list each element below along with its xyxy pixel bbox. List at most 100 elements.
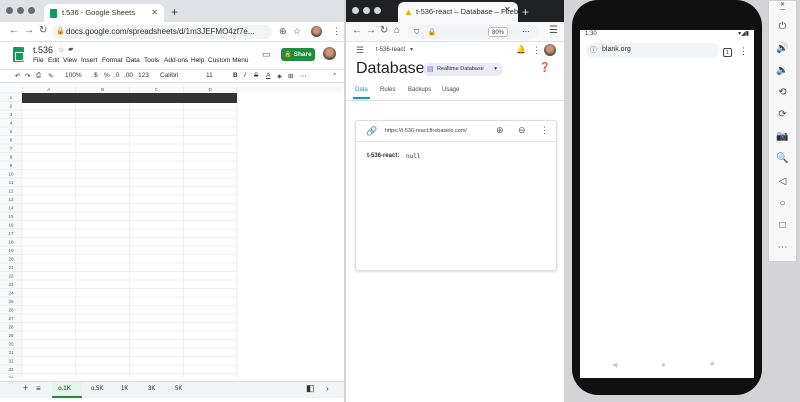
sheet-tab-3[interactable]: 1K: [121, 386, 128, 392]
row-header-15[interactable]: 15: [8, 214, 14, 219]
notifications-bell-icon[interactable]: 🔔: [516, 45, 526, 54]
sheet-tab-1[interactable]: o.1K: [58, 386, 71, 392]
explore-icon[interactable]: ◧: [306, 383, 315, 394]
add-node-icon[interactable]: ⊕: [496, 125, 504, 136]
decrease-decimal-button[interactable]: .0: [114, 72, 119, 79]
card-more-icon[interactable]: ⋮: [540, 125, 549, 136]
comments-icon[interactable]: ▭: [262, 49, 271, 60]
android-home-icon[interactable]: ●: [661, 360, 666, 369]
home-icon[interactable]: ○: [769, 198, 796, 209]
collapse-toolbar-icon[interactable]: ⌃: [332, 72, 337, 80]
url-field[interactable]: 🔒 docs.google.com/spreadsheets/d/1m3JEFM…: [52, 25, 272, 39]
more-toolbar-icon[interactable]: ⋯: [300, 72, 307, 80]
menu-tools[interactable]: Tools: [144, 57, 159, 64]
increase-decimal-button[interactable]: .00: [124, 72, 133, 79]
more-options-icon[interactable]: ⋯: [769, 242, 796, 253]
undo-icon[interactable]: ↶: [15, 72, 20, 80]
tab-rules[interactable]: Rules: [380, 87, 395, 93]
row-header-11[interactable]: 11: [9, 180, 14, 185]
side-panel-toggle-icon[interactable]: ›: [326, 384, 329, 393]
menu-insert[interactable]: Insert: [81, 57, 97, 64]
sheet-tab-2[interactable]: o.5K: [91, 386, 103, 392]
row-header-33[interactable]: 33: [8, 367, 14, 372]
forward-arrow-icon[interactable]: →: [366, 25, 376, 36]
sheets-account-avatar[interactable]: [323, 47, 336, 60]
all-sheets-icon[interactable]: ≡: [36, 384, 41, 393]
tab-switcher-button[interactable]: 1: [723, 48, 732, 57]
text-color-button[interactable]: A: [266, 72, 270, 79]
row-header-24[interactable]: 24: [8, 291, 14, 296]
italic-button[interactable]: I: [244, 72, 246, 79]
print-icon[interactable]: ⎙: [36, 72, 41, 80]
borders-icon[interactable]: ⊞: [288, 72, 293, 80]
zoom-badge[interactable]: 80%: [488, 27, 509, 37]
browser-tab-firebase[interactable]: ▲ t-536-react – Database – Fireba: [398, 2, 518, 22]
page-actions-icon[interactable]: ⋯: [522, 25, 530, 39]
row-header-19[interactable]: 19: [8, 248, 14, 253]
android-recents-icon[interactable]: ■: [710, 361, 714, 368]
bold-button[interactable]: B: [233, 72, 238, 79]
minimize-window-dot[interactable]: [17, 7, 24, 14]
row-header-16[interactable]: 16: [8, 223, 14, 228]
menu-custom[interactable]: Custom Menu: [208, 57, 248, 64]
column-header-A[interactable]: A: [47, 87, 50, 92]
zoom-select[interactable]: 100%: [65, 72, 82, 79]
menu-file[interactable]: File: [33, 57, 43, 64]
firefox-menu-icon[interactable]: ☰: [549, 25, 558, 36]
forward-arrow-icon[interactable]: →: [24, 25, 34, 36]
maximize-window-dot[interactable]: [374, 7, 381, 14]
row-header-29[interactable]: 29: [8, 333, 14, 338]
project-dropdown-icon[interactable]: ▾: [410, 46, 413, 53]
tab-data[interactable]: Data: [355, 87, 368, 93]
android-menu-icon[interactable]: ⋮: [739, 46, 748, 57]
menu-data[interactable]: Data: [126, 57, 140, 64]
hamburger-menu-icon[interactable]: ☰: [356, 45, 364, 56]
row-header-12[interactable]: 12: [8, 189, 14, 194]
folder-icon[interactable]: ▰: [68, 45, 73, 53]
home-icon[interactable]: ⌂: [394, 25, 400, 36]
profile-avatar[interactable]: [311, 26, 322, 37]
tab-backups[interactable]: Backups: [408, 87, 431, 93]
tab-usage[interactable]: Usage: [442, 87, 459, 93]
row-header-34[interactable]: 34: [8, 376, 14, 379]
close-window-dot[interactable]: [352, 7, 359, 14]
redo-icon[interactable]: ↷: [25, 72, 30, 80]
rotate-right-icon[interactable]: ⟳: [769, 109, 796, 120]
row-header-30[interactable]: 30: [8, 342, 14, 347]
row-header-25[interactable]: 25: [8, 299, 14, 304]
row-header-23[interactable]: 23: [8, 282, 14, 287]
chrome-menu-icon[interactable]: ⋮: [332, 26, 341, 37]
database-url[interactable]: https://t-536-react.firebaseio.com/: [385, 128, 467, 134]
back-icon[interactable]: ◁: [769, 176, 796, 187]
spreadsheet-grid[interactable]: ABCD 12345678910111213141516171819202122…: [0, 86, 343, 378]
volume-down-icon[interactable]: 🔉: [769, 65, 796, 76]
install-icon[interactable]: ⊕: [279, 26, 287, 37]
remove-node-icon[interactable]: ⊖: [518, 125, 526, 136]
row-header-32[interactable]: 32: [8, 359, 14, 364]
emu-minimize-icon[interactable]: —: [769, 7, 796, 13]
more-vert-icon[interactable]: ⋮: [532, 45, 541, 56]
overview-icon[interactable]: □: [769, 220, 796, 231]
paint-format-icon[interactable]: ✎: [48, 72, 53, 80]
menu-addons[interactable]: Add-ons: [164, 57, 188, 64]
percent-button[interactable]: %: [104, 72, 110, 79]
close-tab-icon[interactable]: ✕: [504, 5, 558, 14]
row-header-27[interactable]: 27: [8, 316, 14, 321]
close-window-dot[interactable]: [6, 7, 13, 14]
row-header-21[interactable]: 21: [8, 265, 14, 270]
browser-tab-sheets[interactable]: t.536 - Google Sheets ✕: [44, 4, 164, 22]
row-header-18[interactable]: 18: [8, 240, 14, 245]
sheet-tab-5[interactable]: 5K: [175, 386, 182, 392]
menu-format[interactable]: Format: [102, 57, 123, 64]
share-button[interactable]: 🔒 Share: [281, 48, 315, 61]
row-header-22[interactable]: 22: [8, 274, 14, 279]
menu-edit[interactable]: Edit: [48, 57, 59, 64]
row-header-31[interactable]: 31: [8, 350, 14, 355]
help-icon[interactable]: ❓: [539, 62, 550, 73]
strikethrough-button[interactable]: S: [254, 72, 258, 79]
fill-color-icon[interactable]: ◈: [277, 72, 282, 80]
row-header-14[interactable]: 14: [8, 206, 14, 211]
reload-icon[interactable]: ↻: [380, 25, 388, 36]
star-icon[interactable]: ☆: [58, 46, 64, 54]
link-icon[interactable]: 🔗: [366, 126, 377, 137]
